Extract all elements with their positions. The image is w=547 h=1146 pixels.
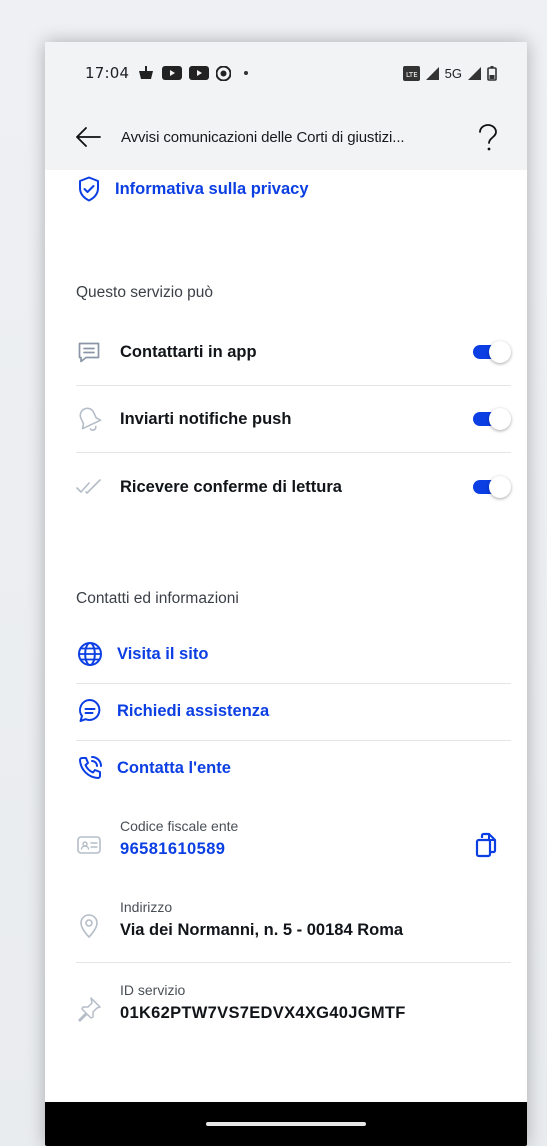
service-id-value[interactable]: 01K62PTW7VS7EDVX4XG40JGMTF [120,1004,516,1023]
pushpin-icon [78,997,101,1022]
signal-icon [425,66,439,80]
back-button[interactable] [75,124,101,150]
status-time: 17:04 [85,64,130,82]
divider [76,452,511,453]
fiscal-code-value[interactable]: 96581610589 [120,840,516,859]
globe-icon [78,642,102,666]
service-id-key: ID servizio [120,982,186,998]
service-id-row: ID servizio 01K62PTW7VS7EDVX4XG40JGMTF [76,982,516,1023]
status-notification-icons [137,65,249,81]
fiscal-code-row: Codice fiscale ente 96581610589 [76,818,516,859]
app-bar: Avvisi comunicazioni delle Corti di gius… [45,104,527,170]
toggle-row-push-notifications: Inviarti notifiche push [76,386,511,452]
youtube-icon [162,66,183,80]
toggle-row-read-receipts: Ricevere conferme di lettura [76,454,511,520]
system-navigation-bar [45,1102,527,1146]
volte-icon: LTE [402,65,420,81]
visit-site-label: Visita il sito [117,644,209,663]
message-icon [76,339,102,365]
read-receipts-switch[interactable] [473,476,511,498]
chat-bubble-icon [79,699,101,722]
home-gesture-handle[interactable] [206,1122,366,1126]
toggle-label: Inviarti notifiche push [120,409,292,428]
dot-icon [244,71,249,75]
address-key: Indirizzo [120,899,173,915]
phone-screen: 17:04 LTE 5G Avvisi comunicazioni delle … [45,42,527,1146]
double-check-icon [76,474,102,500]
status-system-icons: LTE 5G [402,65,497,81]
request-assistance-link[interactable]: Richiedi assistenza [77,698,269,724]
status-bar: 17:04 LTE 5G [45,42,527,104]
divider [76,962,511,963]
contact-entity-label: Contatta l'ente [117,758,231,777]
shield-check-icon [79,176,99,202]
contacts-section-title: Contatti ed informazioni [76,590,239,607]
location-pin-icon [80,914,98,938]
copy-icon [475,832,497,858]
help-button[interactable] [477,124,503,151]
id-card-icon [77,836,101,854]
visit-site-link[interactable]: Visita il sito [77,641,208,667]
divider [76,683,511,684]
address-value[interactable]: Via dei Normanni, n. 5 - 00184 Roma [120,921,516,940]
divider [76,740,511,741]
arrow-left-icon [76,127,101,147]
push-notifications-switch[interactable] [473,408,511,430]
toggle-label: Contattarti in app [120,342,257,361]
bell-icon [76,406,102,432]
fiscal-code-key: Codice fiscale ente [120,818,239,834]
copy-fiscal-code-button[interactable] [474,832,498,863]
toggle-label: Ricevere conferme di lettura [120,477,342,496]
request-assistance-label: Richiedi assistenza [117,701,270,720]
svg-text:LTE: LTE [406,71,418,79]
chrome-icon [216,65,232,81]
privacy-link[interactable]: Informativa sulla privacy [77,176,309,202]
screenshot-background: 17:04 LTE 5G Avvisi comunicazioni delle … [0,0,547,1146]
privacy-link-label: Informativa sulla privacy [115,179,309,198]
toggle-row-contact-in-app: Contattarti in app [76,319,511,385]
signal-icon [468,66,481,80]
address-row: Indirizzo Via dei Normanni, n. 5 - 00184… [76,899,516,940]
contact-entity-link[interactable]: Contatta l'ente [77,755,231,781]
contact-in-app-switch[interactable] [473,341,511,363]
battery-icon [487,65,497,81]
service-section-title: Questo servizio può [76,284,213,301]
phone-call-icon [79,756,102,779]
network-label: 5G [444,65,462,81]
app-notification-icon [139,66,154,79]
question-mark-icon [479,124,497,151]
page-title: Avvisi comunicazioni delle Corti di gius… [121,128,405,146]
youtube-icon [189,66,210,80]
